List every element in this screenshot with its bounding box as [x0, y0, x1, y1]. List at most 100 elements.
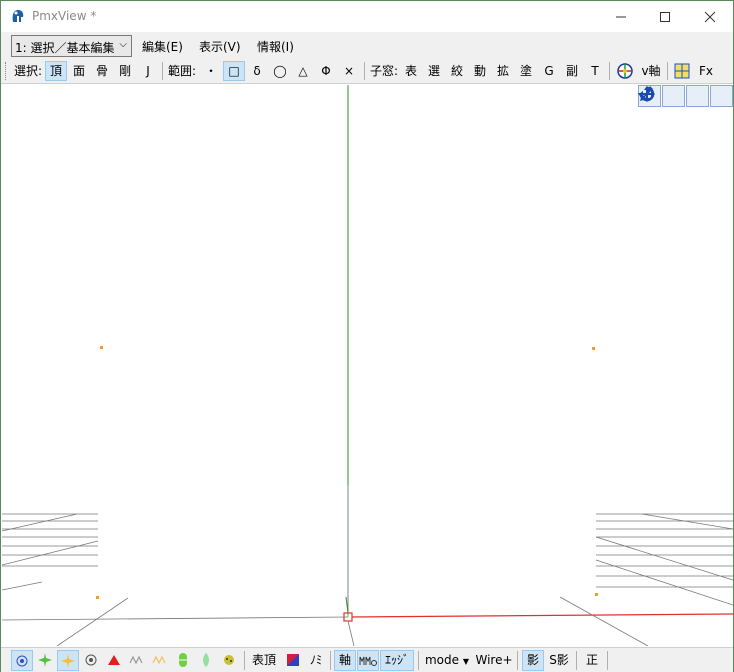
- red-triangle-icon: [108, 655, 120, 665]
- grid-button[interactable]: [671, 61, 693, 81]
- vertex-point: [96, 596, 99, 599]
- view-nav-tools: [638, 85, 733, 107]
- z-axis-line: [347, 620, 355, 646]
- mmd-toggle-button[interactable]: [357, 650, 379, 671]
- vertex-point: [595, 593, 598, 596]
- close-button[interactable]: [687, 1, 733, 32]
- edge-toggle-button[interactable]: ｴｯｼﾞ: [380, 650, 414, 671]
- subwindow-label: 子窓:: [369, 64, 399, 78]
- face-display-button[interactable]: [103, 650, 125, 671]
- select-bone-button[interactable]: 骨: [91, 61, 113, 81]
- softbody-display-button[interactable]: [218, 650, 240, 671]
- vaxis-icon-button[interactable]: [614, 61, 636, 81]
- toolbar: 選択: 頂 面 骨 剛 J 範囲: ・ □ δ ◯ △ Φ × 子窓: 表 選 …: [1, 58, 733, 84]
- rotate-icon: [638, 86, 655, 102]
- viewport-scene: [2, 85, 733, 646]
- select-vertex-button[interactable]: 頂: [45, 61, 67, 81]
- subwin-move-button[interactable]: 動: [469, 61, 491, 81]
- vertex-table-button[interactable]: 表頂: [249, 650, 279, 671]
- shadow-toggle-button[interactable]: 影: [522, 650, 544, 671]
- vertex-point: [100, 346, 103, 349]
- subwin-t-button[interactable]: T: [584, 61, 606, 81]
- minimize-button[interactable]: [598, 1, 644, 32]
- title-bar: PmxView *: [1, 1, 733, 32]
- bottom-separator: [607, 651, 608, 670]
- vertex-dot-icon: [16, 655, 28, 667]
- sparkle-icon: [61, 654, 75, 668]
- select-label: 選択:: [13, 64, 43, 78]
- perspective-line: [56, 597, 129, 646]
- morph-display-button[interactable]: [149, 650, 171, 671]
- range-clear-button[interactable]: ×: [338, 61, 360, 81]
- maximize-icon: [660, 11, 670, 22]
- 3d-viewport[interactable]: [2, 85, 733, 646]
- subwin-select-button[interactable]: 選: [423, 61, 445, 81]
- menu-info[interactable]: 情報(I): [257, 38, 294, 55]
- subwin-scale-button[interactable]: 拡: [492, 61, 514, 81]
- bottom-separator: [418, 651, 419, 670]
- pmxview-window: PmxView * 1: 選択／基本編集 ⌵ 編集(E) 表示(V) 情報(I)…: [0, 0, 734, 672]
- vertex-point: [592, 347, 595, 350]
- range-rect-button[interactable]: □: [223, 61, 245, 81]
- zigzag-yellow-icon: [152, 655, 166, 665]
- menu-edit[interactable]: 編集(E): [142, 38, 183, 55]
- rigid-display-button[interactable]: [172, 650, 194, 671]
- color-swatch-icon: [287, 654, 299, 666]
- bug-icon: [224, 655, 234, 665]
- nomi-button[interactable]: ﾉﾐ: [305, 650, 327, 671]
- select-joint-button[interactable]: J: [137, 61, 159, 81]
- chevron-down-icon: ⌵: [119, 39, 127, 50]
- capsule-icon: [179, 653, 187, 667]
- select-rigid-button[interactable]: 剛: [114, 61, 136, 81]
- range-delta-button[interactable]: δ: [246, 61, 268, 81]
- weight-display-button[interactable]: [57, 650, 79, 671]
- range-phi-button[interactable]: Φ: [315, 61, 337, 81]
- move-view-button[interactable]: [639, 85, 685, 107]
- target-icon: [85, 654, 97, 666]
- bottom-separator: [576, 651, 577, 670]
- toolbar-separator: [364, 62, 365, 80]
- vertex-display-button[interactable]: [11, 650, 33, 671]
- range-point-button[interactable]: ・: [200, 61, 222, 81]
- color-button[interactable]: [282, 650, 304, 671]
- bottom-separator: [517, 651, 518, 670]
- mode-dropdown[interactable]: 1: 選択／基本編集 ⌵: [11, 35, 132, 57]
- ortho-button[interactable]: 正: [581, 650, 603, 671]
- zigzag-icon: [129, 655, 143, 665]
- wire-display-button[interactable]: [126, 650, 148, 671]
- axis-gizmo-icon: [617, 63, 633, 79]
- range-circle-button[interactable]: ◯: [269, 61, 291, 81]
- rotate-view-button[interactable]: [638, 85, 733, 107]
- grid-icon: [674, 63, 690, 79]
- subwin-table-button[interactable]: 表: [400, 61, 422, 81]
- zoom-view-button[interactable]: [640, 85, 709, 107]
- floor-grid-left: [2, 513, 99, 591]
- subwin-sub-button[interactable]: 副: [561, 61, 583, 81]
- maximize-button[interactable]: [642, 1, 688, 32]
- select-face-button[interactable]: 面: [68, 61, 90, 81]
- wire-plus-button[interactable]: Wire+: [475, 650, 513, 671]
- range-triangle-button[interactable]: △: [292, 61, 314, 81]
- x-axis-line: [351, 613, 733, 618]
- subwin-paint-button[interactable]: 塗: [515, 61, 537, 81]
- mode-dropdown-button[interactable]: mode ▼: [423, 650, 471, 671]
- range-label: 範囲:: [167, 64, 197, 78]
- toolbar-grip[interactable]: [5, 62, 8, 80]
- menu-view[interactable]: 表示(V): [199, 38, 241, 55]
- subwin-g-button[interactable]: G: [538, 61, 560, 81]
- self-shadow-button[interactable]: S影: [546, 650, 572, 671]
- normal-display-button[interactable]: [34, 650, 56, 671]
- toolbar-separator: [667, 62, 668, 80]
- menu-bar: 1: 選択／基本編集 ⌵ 編集(E) 表示(V) 情報(I): [1, 32, 733, 58]
- bottom-toolbar: 表頂 ﾉﾐ 軸 ｴｯｼﾞ mode ▼ Wire+ 影 S影 正: [1, 647, 733, 672]
- axis-toggle-button[interactable]: 軸: [334, 650, 356, 671]
- vaxis-label[interactable]: v軸: [638, 61, 664, 81]
- mode-label: mode: [424, 653, 460, 667]
- point-display-button[interactable]: [80, 650, 102, 671]
- close-icon: [704, 11, 716, 22]
- minimize-icon: [616, 16, 626, 17]
- toolbar-separator: [162, 62, 163, 80]
- fx-button[interactable]: Fx: [695, 61, 717, 81]
- subwin-filter-button[interactable]: 絞: [446, 61, 468, 81]
- joint-display-button[interactable]: [195, 650, 217, 671]
